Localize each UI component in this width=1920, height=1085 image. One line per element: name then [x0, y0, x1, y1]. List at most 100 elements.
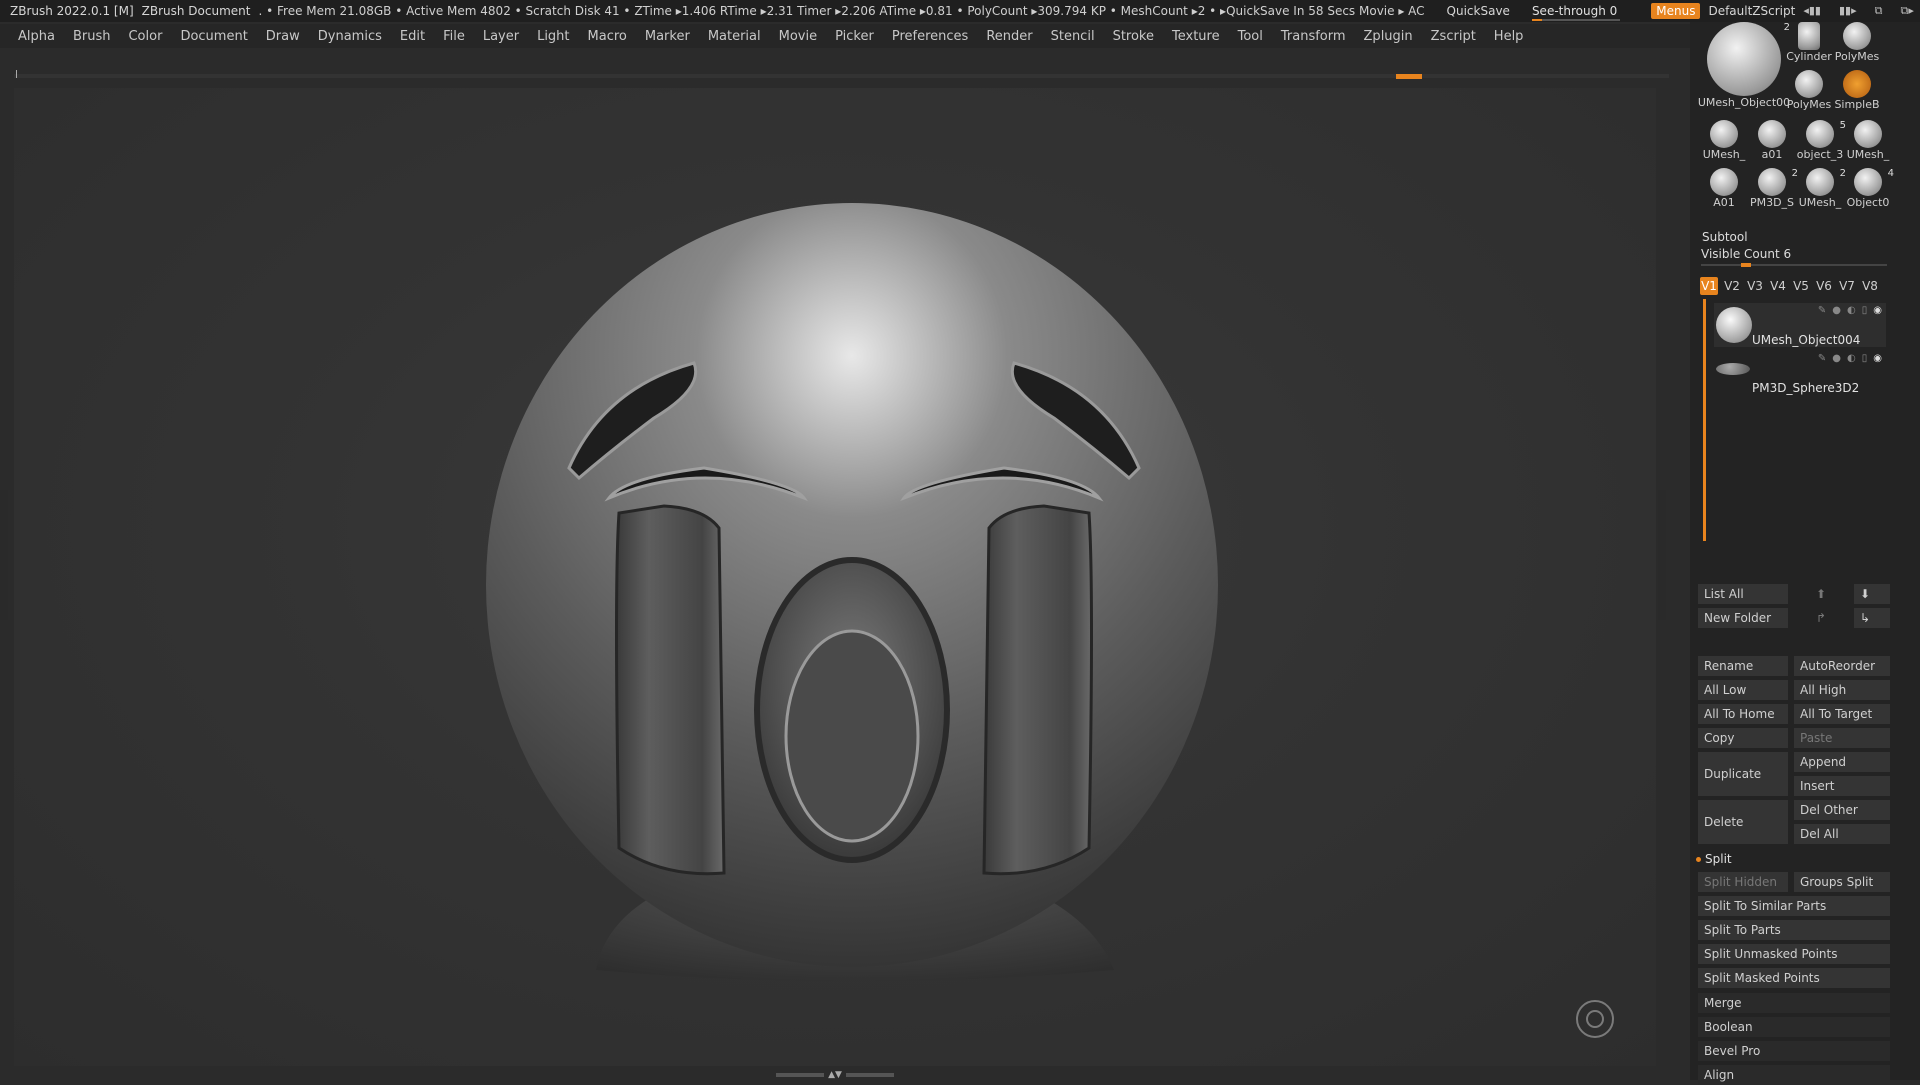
split-to-similar-parts-button[interactable]: Split To Similar Parts	[1698, 896, 1890, 916]
menu-picker[interactable]: Picker	[835, 29, 874, 44]
folder-in-icon[interactable]: ↳	[1854, 608, 1890, 628]
layout-swap-icon[interactable]: ⧉	[1875, 4, 1883, 18]
quicksave-button[interactable]: QuickSave	[1447, 4, 1510, 18]
menu-macro[interactable]: Macro	[588, 29, 627, 44]
view-tab-v7[interactable]: V7	[1838, 277, 1856, 295]
move-down-arrow-icon[interactable]: ⬇	[1854, 584, 1890, 604]
subtool-toggle-icon[interactable]: ●	[1832, 353, 1841, 364]
layout-right-icon[interactable]: ▮▮▸	[1839, 4, 1857, 18]
view-tab-v6[interactable]: V6	[1815, 277, 1833, 295]
view-tab-v4[interactable]: V4	[1769, 277, 1787, 295]
document-canvas[interactable]	[14, 88, 1656, 1066]
menu-stroke[interactable]: Stroke	[1113, 29, 1154, 44]
subtool-title[interactable]: Subtool	[1702, 230, 1892, 244]
menu-texture[interactable]: Texture	[1172, 29, 1220, 44]
copy-button[interactable]: Copy	[1698, 728, 1788, 748]
right-shelf-handle[interactable]	[1658, 490, 1666, 620]
view-tab-v1[interactable]: V1	[1700, 277, 1718, 295]
split-hidden-button[interactable]: Split Hidden	[1698, 872, 1788, 892]
view-tab-v2[interactable]: V2	[1723, 277, 1741, 295]
subtool-lock-icon[interactable]: ▯	[1862, 353, 1868, 364]
view-tab-v3[interactable]: V3	[1746, 277, 1764, 295]
subtool-brush-icon[interactable]: ✎	[1818, 353, 1826, 364]
del-all-button[interactable]: Del All	[1794, 824, 1890, 844]
list-all-button[interactable]: List All	[1698, 584, 1788, 604]
new-folder-button[interactable]: New Folder	[1698, 608, 1788, 628]
subtool-row[interactable]: ✎ ● ◐ ▯ ◉ PM3D_Sphere3D2	[1714, 351, 1886, 395]
tool-thumbnail[interactable]: object_3 5	[1796, 120, 1846, 161]
split-section-header[interactable]: Split	[1696, 852, 1732, 866]
all-high-button[interactable]: All High	[1794, 680, 1890, 700]
folder-out-icon[interactable]: ↱	[1810, 608, 1850, 628]
tool-thumbnail[interactable]: UMesh_ 2	[1796, 168, 1846, 209]
del-other-button[interactable]: Del Other	[1794, 800, 1890, 820]
menu-color[interactable]: Color	[128, 29, 162, 44]
paste-button[interactable]: Paste	[1794, 728, 1890, 748]
menu-draw[interactable]: Draw	[266, 29, 300, 44]
visible-count-slider[interactable]: Visible Count 6	[1701, 247, 1892, 267]
subtool-mask-icon[interactable]: ◐	[1847, 353, 1856, 364]
menu-document[interactable]: Document	[180, 29, 247, 44]
autoreorder-button[interactable]: AutoReorder	[1794, 656, 1890, 676]
viewport-render[interactable]	[14, 88, 1656, 1066]
tool-thumbnail[interactable]: PolyMes	[1834, 22, 1880, 63]
menu-layer[interactable]: Layer	[483, 29, 519, 44]
menu-stencil[interactable]: Stencil	[1051, 29, 1095, 44]
move-up-arrow-icon[interactable]: ⬆	[1810, 584, 1850, 604]
menu-tool[interactable]: Tool	[1238, 29, 1263, 44]
menu-marker[interactable]: Marker	[645, 29, 690, 44]
eye-icon[interactable]: ◉	[1873, 305, 1882, 316]
menu-zscript[interactable]: Zscript	[1431, 29, 1476, 44]
menu-dynamics[interactable]: Dynamics	[318, 29, 382, 44]
tool-thumbnail[interactable]: UMesh_	[1844, 120, 1892, 161]
menu-preferences[interactable]: Preferences	[892, 29, 968, 44]
navigation-gizmo-icon[interactable]	[1576, 1000, 1614, 1038]
duplicate-button[interactable]: Duplicate	[1698, 752, 1788, 796]
subtool-mask-icon[interactable]: ◐	[1847, 305, 1856, 316]
subtool-toggle-icon[interactable]: ●	[1832, 305, 1841, 316]
menu-help[interactable]: Help	[1494, 29, 1524, 44]
menu-light[interactable]: Light	[537, 29, 569, 44]
tool-thumbnail[interactable]: UMesh_Object00 2	[1698, 22, 1790, 109]
menu-file[interactable]: File	[443, 29, 465, 44]
menu-transform[interactable]: Transform	[1281, 29, 1346, 44]
timeline-track[interactable]	[14, 70, 1669, 79]
tool-thumbnail[interactable]: PolyMes	[1786, 70, 1832, 111]
tool-thumbnail[interactable]: UMesh_	[1700, 120, 1748, 161]
timeline-marker[interactable]	[1396, 74, 1422, 79]
split-to-parts-button[interactable]: Split To Parts	[1698, 920, 1890, 940]
align-section[interactable]: Align	[1698, 1065, 1890, 1085]
subtool-scrollbar[interactable]	[1703, 299, 1706, 541]
see-through-slider[interactable]: See-through 0	[1531, 4, 1625, 21]
layout-panel-icon[interactable]: ⧉▸	[1900, 4, 1913, 18]
menu-edit[interactable]: Edit	[400, 29, 425, 44]
insert-button[interactable]: Insert	[1794, 776, 1890, 796]
menu-material[interactable]: Material	[708, 29, 761, 44]
menu-zplugin[interactable]: Zplugin	[1364, 29, 1413, 44]
subtool-lock-icon[interactable]: ▯	[1862, 305, 1868, 316]
menus-toggle-button[interactable]: Menus	[1651, 3, 1701, 19]
menu-alpha[interactable]: Alpha	[18, 29, 55, 44]
groups-split-button[interactable]: Groups Split	[1794, 872, 1890, 892]
layout-left-icon[interactable]: ◂▮▮	[1803, 4, 1821, 18]
document-title[interactable]: ZBrush Document	[142, 4, 251, 18]
bottom-shelf-handle[interactable]: ▲▼	[770, 1070, 900, 1080]
menu-brush[interactable]: Brush	[73, 29, 111, 44]
left-shelf-handle[interactable]	[0, 490, 8, 620]
all-to-home-button[interactable]: All To Home	[1698, 704, 1788, 724]
menu-movie[interactable]: Movie	[779, 29, 817, 44]
tool-thumbnail[interactable]: SimpleB	[1834, 70, 1880, 111]
delete-button[interactable]: Delete	[1698, 800, 1788, 844]
menu-render[interactable]: Render	[986, 29, 1032, 44]
all-low-button[interactable]: All Low	[1698, 680, 1788, 700]
default-script-button[interactable]: DefaultZScript	[1708, 4, 1795, 18]
merge-section[interactable]: Merge	[1698, 993, 1890, 1013]
rename-button[interactable]: Rename	[1698, 656, 1788, 676]
tool-thumbnail[interactable]: Object0 4	[1844, 168, 1894, 209]
split-masked-points-button[interactable]: Split Masked Points	[1698, 968, 1890, 988]
subtool-row[interactable]: ✎ ● ◐ ▯ ◉ UMesh_Object004	[1714, 303, 1886, 347]
all-to-target-button[interactable]: All To Target	[1794, 704, 1890, 724]
subtool-brush-icon[interactable]: ✎	[1818, 305, 1826, 316]
view-tab-v5[interactable]: V5	[1792, 277, 1810, 295]
append-button[interactable]: Append	[1794, 752, 1890, 772]
